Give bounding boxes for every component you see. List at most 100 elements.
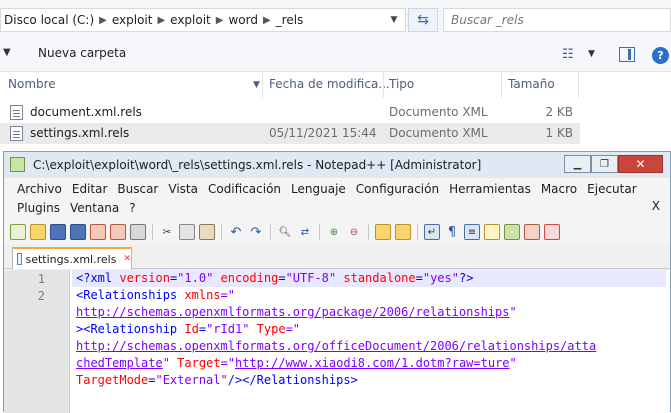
xml-url[interactable]: http://schemas.openxmlformats.org/packag… [76, 305, 509, 319]
menu-herramientas[interactable]: Herramientas [444, 180, 536, 198]
cut-icon[interactable]: ✂ [159, 224, 175, 240]
sync-horizontal-icon[interactable] [395, 224, 411, 240]
minimize-icon[interactable]: ▁ [564, 155, 591, 173]
document-icon [17, 253, 23, 265]
xml-declaration-end: ?> [458, 271, 474, 285]
close-all-icon[interactable] [110, 224, 126, 240]
code-editor[interactable]: 1 2 <?xml version="1.0" encoding="UTF-8"… [4, 270, 670, 413]
indent-guide-icon[interactable]: ≡ [464, 224, 480, 240]
organize-dropdown-icon[interactable]: ▼ [3, 47, 11, 58]
menu-help[interactable]: ? [124, 199, 140, 217]
close-document-button[interactable]: X [652, 199, 660, 213]
save-icon[interactable] [50, 224, 66, 240]
xml-value: "UTF-8" [285, 271, 337, 285]
column-divider[interactable] [262, 72, 263, 98]
undo-icon[interactable]: ↶ [228, 224, 244, 240]
code-line: ><Relationship Id="rId1" Type=" [76, 322, 301, 336]
menu-ejecutar[interactable]: Ejecutar [582, 180, 642, 198]
menu-bar: Archivo Editar Buscar Vista Codificación… [4, 178, 670, 220]
word-wrap-icon[interactable]: ↵ [424, 224, 440, 240]
search-input[interactable] [451, 13, 641, 27]
title-bar[interactable]: C:\exploit\exploit\word\_rels\settings.x… [4, 152, 670, 178]
tab-settings-xml-rels[interactable]: settings.xml.rels ✕ [12, 247, 132, 269]
menu-lenguaje[interactable]: Lenguaje [286, 180, 351, 198]
menu-codificacion[interactable]: Codificación [203, 180, 286, 198]
help-icon[interactable]: ? [652, 47, 669, 64]
maximize-icon[interactable]: ❐ [591, 155, 618, 173]
menu-buscar[interactable]: Buscar [112, 180, 163, 198]
preview-pane-icon[interactable] [619, 47, 635, 62]
tab-bar: settings.xml.rels ✕ [4, 245, 670, 269]
column-divider[interactable] [383, 72, 384, 98]
breadcrumb-disk[interactable]: Disco local (C:) [4, 13, 94, 27]
find-icon[interactable]: 🔍︎ [277, 224, 293, 240]
column-header: Nombre ▼ Fecha de modifica... Tipo Tamañ… [0, 72, 671, 98]
breadcrumb-separator-icon[interactable]: ▶ [216, 15, 224, 26]
file-row-settings[interactable]: settings.xml.rels 05/11/2021 15:44 Docum… [0, 123, 580, 144]
zoom-in-icon[interactable]: ⊕ [326, 224, 342, 240]
open-file-icon[interactable] [30, 224, 46, 240]
print-icon[interactable] [130, 224, 146, 240]
xml-file-icon [10, 105, 23, 120]
menu-macro[interactable]: Macro [536, 180, 582, 198]
xml-value: " [509, 356, 517, 370]
sort-arrow-icon[interactable]: ▼ [253, 80, 260, 90]
toolbar: ✂ ↶ ↷ 🔍︎ ⇄ ⊕ ⊖ ↵ ¶ ≡ [4, 220, 670, 244]
tab-close-icon[interactable]: ✕ [123, 254, 131, 264]
column-name[interactable]: Nombre [8, 77, 56, 91]
address-dropdown-icon[interactable]: ▼ [383, 8, 405, 32]
column-size[interactable]: Tamaño [508, 77, 555, 91]
address-bar[interactable]: Disco local (C:) ▶ exploit ▶ exploit ▶ w… [0, 8, 406, 32]
refresh-icon[interactable]: ⇆ [408, 8, 438, 32]
breadcrumb-exploit-1[interactable]: exploit [112, 13, 153, 27]
file-row-document[interactable]: document.xml.rels Documento XML 2 KB [0, 102, 580, 123]
show-all-characters-icon[interactable]: ¶ [444, 224, 460, 240]
menu-configuracion[interactable]: Configuración [351, 180, 444, 198]
paste-icon[interactable] [199, 224, 215, 240]
replace-icon[interactable]: ⇄ [297, 224, 313, 240]
code-content[interactable]: <?xml version="1.0" encoding="UTF-8" sta… [72, 270, 666, 389]
breadcrumb-separator-icon[interactable]: ▶ [263, 15, 271, 26]
new-folder-button[interactable]: Nueva carpeta [38, 46, 126, 60]
column-divider[interactable] [501, 72, 502, 98]
breadcrumb-separator-icon[interactable]: ▶ [99, 15, 107, 26]
xml-attribute: xmlns [184, 288, 221, 302]
xml-url[interactable]: chedTemplate [76, 356, 163, 370]
menu-vista[interactable]: Vista [163, 180, 203, 198]
menu-ventana[interactable]: Ventana [65, 199, 124, 217]
search-box[interactable] [443, 8, 671, 32]
menu-editar[interactable]: Editar [67, 180, 113, 198]
column-type[interactable]: Tipo [389, 77, 414, 91]
xml-attribute: Type [256, 322, 286, 336]
view-options-icon[interactable]: ☷ [562, 47, 574, 62]
xml-value: "yes" [422, 271, 459, 285]
toolbar-separator [368, 224, 369, 240]
user-language-icon[interactable] [484, 224, 500, 240]
file-date: 05/11/2021 15:44 [269, 126, 377, 140]
function-list-icon[interactable] [524, 224, 540, 240]
xml-url[interactable]: http://www.xiaodi8.com/1.dotm?raw=ture [235, 356, 510, 370]
zoom-out-icon[interactable]: ⊖ [346, 224, 362, 240]
folder-workspace-icon[interactable] [544, 224, 560, 240]
view-dropdown-icon[interactable]: ▼ [588, 49, 595, 59]
breadcrumb-exploit-2[interactable]: exploit [170, 13, 211, 27]
window-title: C:\exploit\exploit\word\_rels\settings.x… [33, 158, 482, 172]
sync-vertical-icon[interactable] [375, 224, 391, 240]
xml-attribute: Target [177, 356, 221, 370]
xml-url[interactable]: http://schemas.openxmlformats.org/office… [76, 339, 596, 353]
breadcrumb-word[interactable]: word [228, 13, 258, 27]
document-map-icon[interactable] [504, 224, 520, 240]
breadcrumb-rels[interactable]: _rels [276, 13, 304, 27]
save-all-icon[interactable] [70, 224, 86, 240]
close-file-icon[interactable] [90, 224, 106, 240]
column-date[interactable]: Fecha de modifica... [269, 77, 390, 91]
menu-archivo[interactable]: Archivo [12, 180, 67, 198]
new-file-icon[interactable] [10, 224, 26, 240]
copy-icon[interactable] [179, 224, 195, 240]
column-divider[interactable] [578, 72, 579, 98]
menu-plugins[interactable]: Plugins [12, 199, 65, 217]
close-icon[interactable]: ✕ [618, 155, 663, 173]
xml-value: =" [220, 288, 235, 302]
redo-icon[interactable]: ↷ [248, 224, 264, 240]
breadcrumb-separator-icon[interactable]: ▶ [157, 15, 165, 26]
